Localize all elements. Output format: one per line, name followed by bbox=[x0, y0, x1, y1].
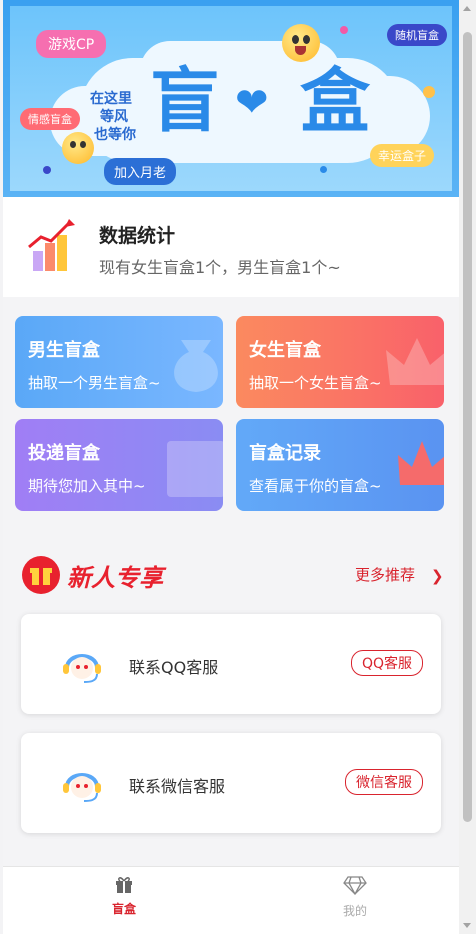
service-label: 联系QQ客服 bbox=[129, 658, 219, 677]
more-recommend-link[interactable]: 更多推荐 bbox=[355, 564, 415, 585]
girl-blind-box-card[interactable]: 女生盲盒 抽取一个女生盲盒~ bbox=[236, 316, 444, 408]
section-title: 新人专享 bbox=[67, 564, 163, 592]
newcomer-section: 新人专享 更多推荐 ❯ 联系QQ客服 QQ客服 联系微信客服 微信客服 bbox=[3, 530, 459, 870]
chevron-right-icon[interactable]: ❯ bbox=[431, 567, 444, 585]
stats-panel: 数据统计 现有女生盲盒1个，男生盲盒1个~ bbox=[3, 197, 459, 297]
card-subtitle: 抽取一个男生盲盒~ bbox=[28, 374, 161, 392]
headset-icon bbox=[63, 654, 101, 683]
scroll-up-icon[interactable] bbox=[463, 6, 471, 11]
wechat-service-item[interactable]: 联系微信客服 微信客服 bbox=[21, 733, 441, 833]
banner-tag-game-cp: 游戏CP bbox=[36, 30, 107, 58]
gift-icon bbox=[116, 877, 132, 893]
banner-slide[interactable]: 游戏CP 随机盲盒 情感盲盒 加入月老 幸运盒子 在这里 等风 也等你 盲 ❤ … bbox=[10, 6, 452, 191]
scribble-line: 也等你 bbox=[94, 127, 136, 143]
banner-tag-emotion-box: 情感盲盒 bbox=[20, 108, 80, 130]
emoji-face-icon bbox=[62, 132, 94, 164]
card-subtitle: 查看属于你的盲盒~ bbox=[249, 477, 382, 495]
card-title: 女生盲盒 bbox=[249, 340, 321, 361]
heart-icon: ❤ bbox=[235, 80, 269, 126]
scrollbar-thumb[interactable] bbox=[463, 32, 472, 822]
chart-columns-icon bbox=[167, 441, 223, 497]
wechat-service-button[interactable]: 微信客服 bbox=[345, 769, 423, 795]
app-page: 游戏CP 随机盲盒 情感盲盒 加入月老 幸运盒子 在这里 等风 也等你 盲 ❤ … bbox=[3, 0, 459, 934]
banner-char-left: 盲 bbox=[150, 60, 220, 142]
card-subtitle: 抽取一个女生盲盒~ bbox=[249, 374, 382, 392]
tab-label: 我的 bbox=[342, 904, 367, 918]
service-label: 联系微信客服 bbox=[129, 777, 226, 796]
decor-dot bbox=[340, 26, 348, 34]
gift-icon bbox=[22, 556, 60, 594]
card-title: 盲盒记录 bbox=[249, 443, 321, 464]
qq-service-item[interactable]: 联系QQ客服 QQ客服 bbox=[21, 614, 441, 714]
banner-carousel[interactable]: 游戏CP 随机盲盒 情感盲盒 加入月老 幸运盒子 在这里 等风 也等你 盲 ❤ … bbox=[3, 0, 459, 197]
vertical-scrollbar[interactable] bbox=[459, 0, 476, 934]
card-subtitle: 期待您加入其中~ bbox=[28, 477, 146, 495]
blind-box-record-card[interactable]: 盲盒记录 查看属于你的盲盒~ bbox=[236, 419, 444, 511]
decor-dot bbox=[423, 86, 435, 98]
banner-tag-join-matchmaker: 加入月老 bbox=[104, 158, 177, 185]
decor-dot bbox=[43, 166, 51, 174]
scribble-line: 等风 bbox=[100, 109, 128, 125]
banner-scribble: 在这里 等风 也等你 bbox=[90, 90, 136, 144]
crown-icon bbox=[386, 338, 444, 385]
bar-chart-icon bbox=[28, 219, 75, 271]
carousel-indicator bbox=[213, 186, 270, 191]
bottom-tab-bar: 盲盒 我的 bbox=[3, 866, 459, 934]
diamond-icon bbox=[343, 876, 367, 896]
boy-blind-box-card[interactable]: 男生盲盒 抽取一个男生盲盒~ bbox=[15, 316, 223, 408]
tab-mine[interactable]: 我的 bbox=[305, 875, 405, 919]
tab-blind-box[interactable]: 盲盒 bbox=[74, 875, 174, 917]
card-title: 投递盲盒 bbox=[28, 443, 100, 464]
scroll-down-icon[interactable] bbox=[463, 923, 471, 928]
tab-label: 盲盒 bbox=[111, 902, 136, 916]
card-title: 男生盲盒 bbox=[28, 340, 100, 361]
emoji-face-icon bbox=[282, 24, 320, 62]
stats-title: 数据统计 bbox=[99, 225, 176, 247]
headset-icon bbox=[63, 773, 101, 802]
money-bag-icon bbox=[174, 340, 218, 392]
stats-subtitle: 现有女生盲盒1个，男生盲盒1个~ bbox=[99, 258, 341, 277]
qq-service-button[interactable]: QQ客服 bbox=[350, 650, 423, 676]
banner-tag-lucky-box: 幸运盒子 bbox=[370, 144, 435, 167]
banner-char-right: 盒 bbox=[300, 60, 370, 142]
crown-icon bbox=[398, 441, 444, 485]
deliver-blind-box-card[interactable]: 投递盲盒 期待您加入其中~ bbox=[15, 419, 223, 511]
scribble-line: 在这里 bbox=[90, 91, 132, 107]
decor-dot bbox=[320, 166, 327, 173]
banner-tag-random-box: 随机盲盒 bbox=[387, 24, 447, 46]
